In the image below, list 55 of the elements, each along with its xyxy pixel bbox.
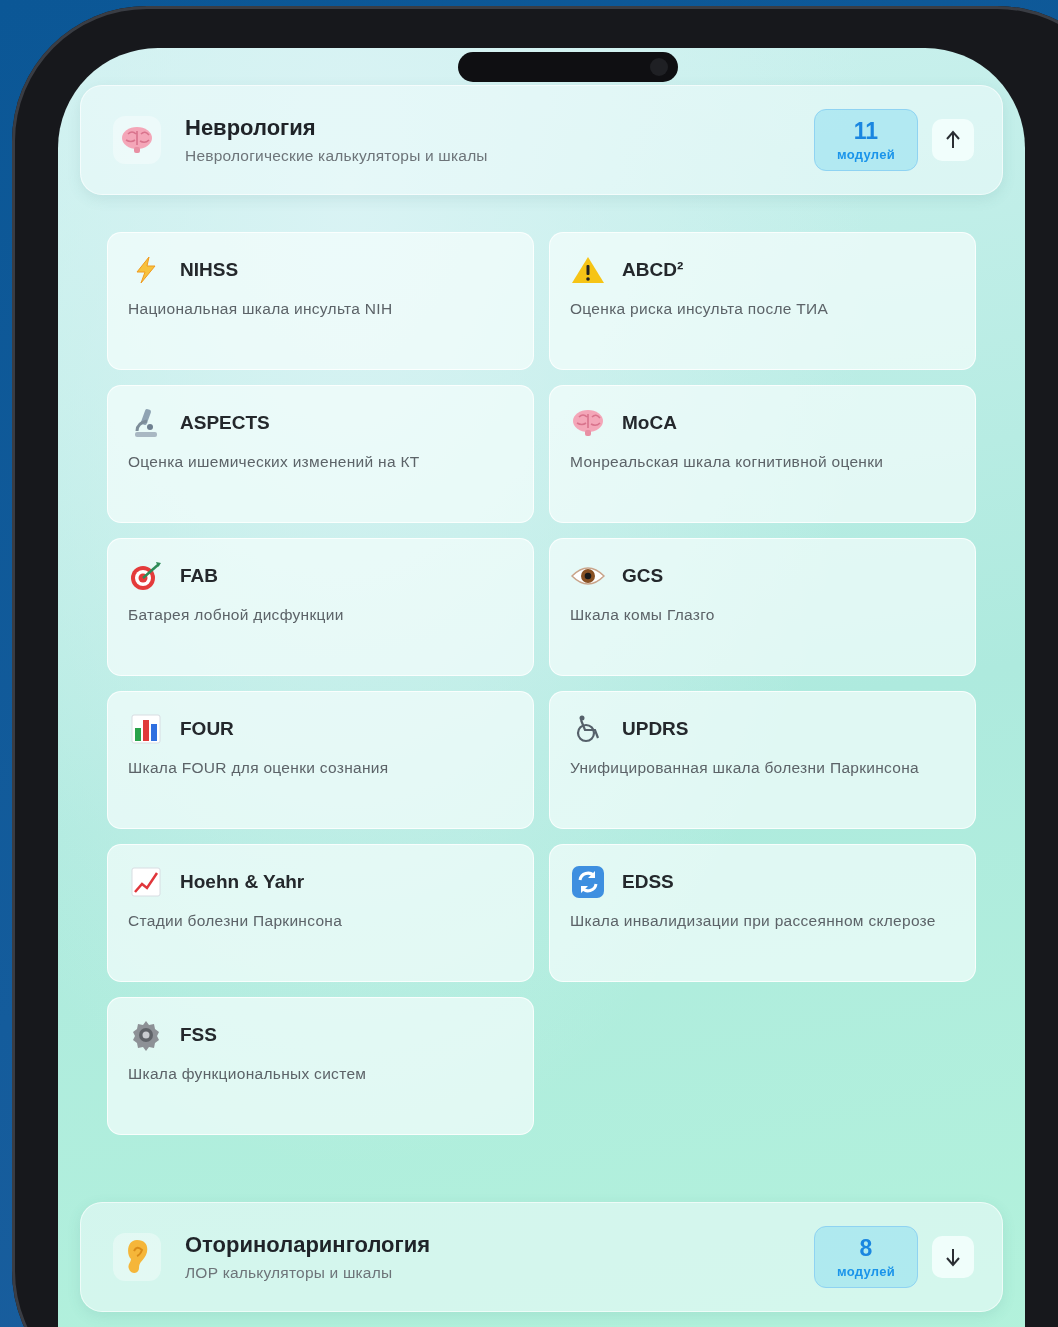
module-count-label: модулей bbox=[836, 147, 896, 162]
calculator-description: Шкала FOUR для оценки сознания bbox=[128, 758, 390, 778]
module-count: 8 bbox=[859, 1235, 873, 1262]
module-count: 11 bbox=[853, 118, 879, 145]
calculator-description: Стадии болезни Паркинсона bbox=[128, 911, 344, 931]
calculator-name: ASPECTS bbox=[180, 412, 270, 434]
calculator-name: MoCA bbox=[622, 412, 677, 434]
brain-icon bbox=[571, 408, 605, 438]
calculator-name: ABCD² bbox=[622, 259, 684, 281]
line-chart-icon bbox=[131, 867, 161, 897]
warning-icon bbox=[571, 255, 605, 285]
calculator-description: Унифицированная шкала болезни Паркинсона bbox=[570, 758, 921, 778]
calculator-description: Шкала инвалидизации при рассеянном склерозе bbox=[570, 911, 937, 931]
calculator-card[interactable]: NIHSS Национальная шкала инсульта NIH bbox=[107, 232, 534, 370]
calculator-description: Национальная шкала инсульта NIH bbox=[128, 299, 394, 319]
category-subtitle: ЛОР калькуляторы и шкалы bbox=[185, 1264, 394, 1282]
category-subtitle: Неврологические калькуляторы и шкалы bbox=[185, 147, 489, 165]
target-icon bbox=[129, 560, 163, 592]
calculator-name: FOUR bbox=[180, 718, 234, 740]
calculator-card[interactable]: EDSS Шкала инвалидизации при рассеянном склерозе bbox=[549, 844, 976, 982]
refresh-icon bbox=[571, 865, 605, 899]
calculator-name: FSS bbox=[180, 1024, 217, 1046]
calculator-card[interactable]: FAB Батарея лобной дисфункции bbox=[107, 538, 534, 676]
calculator-name: Hoehn & Yahr bbox=[180, 871, 305, 893]
calculator-card[interactable]: FOUR Шкала FOUR для оценки сознания bbox=[107, 691, 534, 829]
calculator-name: GCS bbox=[622, 565, 664, 587]
calculator-name: EDSS bbox=[622, 871, 674, 893]
calculator-card[interactable]: UPDRS Унифицированная шкала болезни Паркинсона bbox=[549, 691, 976, 829]
expand-button[interactable] bbox=[932, 1236, 974, 1278]
calculator-description: Шкала комы Глазго bbox=[570, 605, 716, 625]
category-title: Оториноларингология bbox=[185, 1232, 432, 1258]
calculator-description: Батарея лобной дисфункции bbox=[128, 605, 345, 625]
gear-icon bbox=[130, 1019, 162, 1051]
module-count-label: модулей bbox=[836, 1264, 896, 1279]
category-header[interactable]: Неврология Неврологические калькуляторы и шкалы 11 модулей bbox=[80, 85, 1003, 195]
calculator-description: Оценка ишемических изменений на КТ bbox=[128, 452, 421, 472]
category-title: Неврология bbox=[185, 115, 317, 141]
calculator-card[interactable]: GCS Шкала комы Глазго bbox=[549, 538, 976, 676]
calculator-card[interactable]: ASPECTS Оценка ишемических изменений на КТ bbox=[107, 385, 534, 523]
brain-icon bbox=[120, 125, 154, 155]
bar-chart-icon bbox=[131, 714, 161, 744]
calculator-card[interactable]: ABCD² Оценка риска инсульта после ТИА bbox=[549, 232, 976, 370]
calculator-description: Шкала функциональных систем bbox=[128, 1064, 368, 1084]
arrow-up-icon bbox=[945, 130, 961, 150]
category-header[interactable]: Оториноларингология ЛОР калькуляторы и шкалы 8 модулей bbox=[80, 1202, 1003, 1312]
calculator-description: Монреальская шкала когнитивной оценки bbox=[570, 452, 885, 472]
collapse-button[interactable] bbox=[932, 119, 974, 161]
calculator-name: UPDRS bbox=[622, 718, 689, 740]
calculator-description: Оценка риска инсульта после ТИА bbox=[570, 299, 830, 319]
calculator-card[interactable]: Hoehn & Yahr Стадии болезни Паркинсона bbox=[107, 844, 534, 982]
arrow-down-icon bbox=[945, 1247, 961, 1267]
calculator-card[interactable]: FSS Шкала функциональных систем bbox=[107, 997, 534, 1135]
calculator-name: FAB bbox=[180, 565, 218, 587]
calculator-card[interactable]: MoCA Монреальская шкала когнитивной оценки bbox=[549, 385, 976, 523]
calculator-name: NIHSS bbox=[180, 259, 239, 281]
